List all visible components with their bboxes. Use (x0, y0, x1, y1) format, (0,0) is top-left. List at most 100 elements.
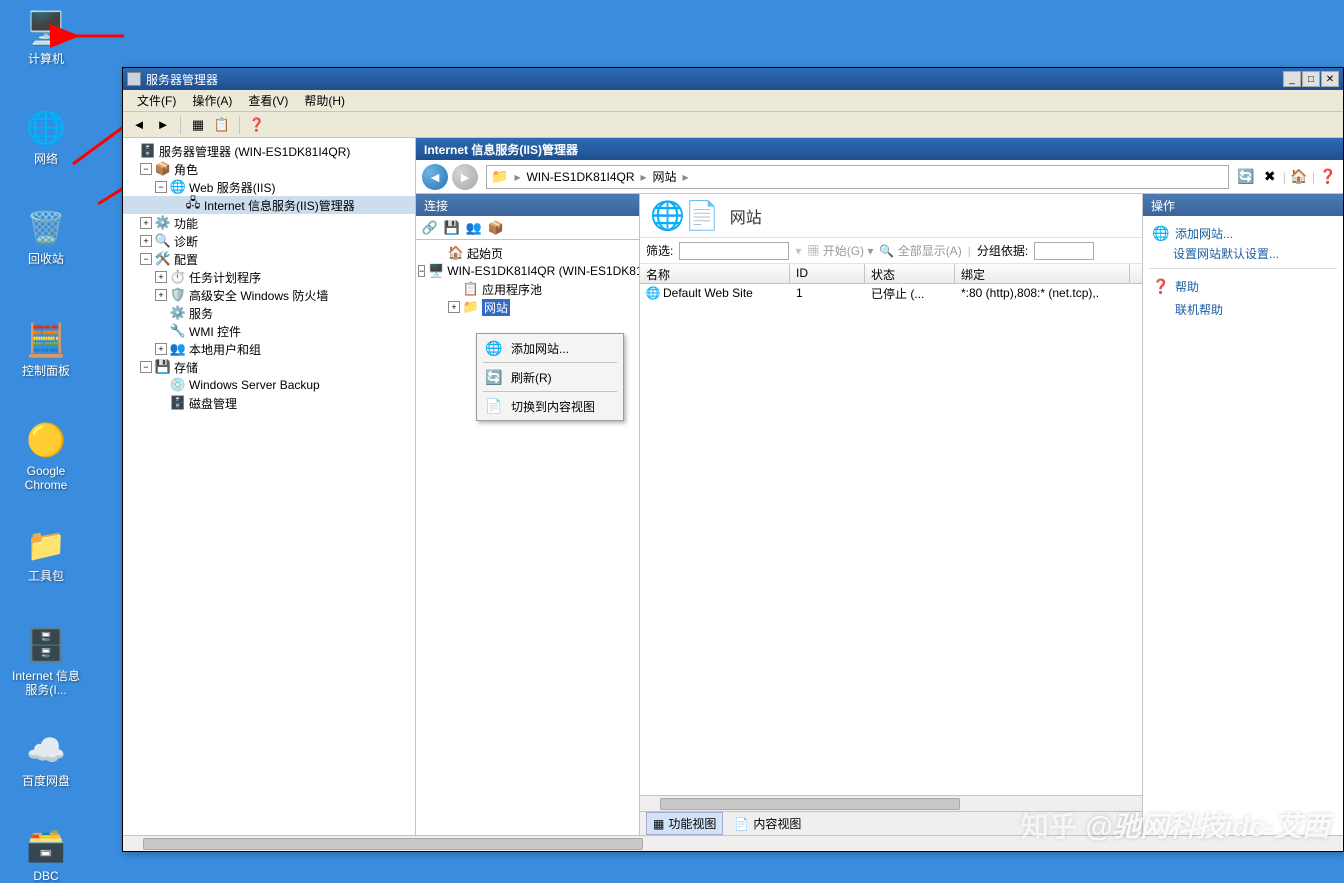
site-icon: 🌐 (646, 286, 660, 300)
menu-item[interactable]: 帮助(H) (296, 90, 353, 111)
desktop-icon[interactable]: 🟡Google Chrome (8, 420, 84, 492)
node-icon: 🔧 (170, 323, 186, 339)
menu-item[interactable]: 文件(F) (129, 90, 184, 111)
desktop-icon[interactable]: 🖥️计算机 (8, 8, 84, 66)
show-hide-button[interactable]: ▦ (188, 115, 208, 135)
iis-main-pane: 🌐📄 网站 筛选: ▾ ▦ 开始(G) ▾ 🔍 全部显示(A) | 分组依据: (640, 194, 1143, 835)
column-header[interactable]: 状态 (865, 264, 955, 283)
tree-item[interactable]: +⚙️功能 (123, 214, 415, 232)
conn-tree-item[interactable]: −🖥️WIN-ES1DK81I4QR (WIN-ES1DK81I4 (418, 262, 637, 280)
tree-item[interactable]: −💾存储 (123, 358, 415, 376)
node-label: 应用程序池 (482, 281, 542, 298)
tree-item[interactable]: 🖧Internet 信息服务(IIS)管理器 (123, 196, 415, 214)
showall-button[interactable]: 🔍 全部显示(A) (879, 242, 961, 259)
desktop-icon[interactable]: 🗃️DBC (8, 825, 84, 883)
groupby-select[interactable] (1034, 242, 1094, 260)
tree-item[interactable]: 🔧WMI 控件 (123, 322, 415, 340)
tree-item[interactable]: −🛠️配置 (123, 250, 415, 268)
expand-toggle[interactable]: + (155, 289, 167, 301)
desktop-icon[interactable]: 🧮控制面板 (8, 320, 84, 378)
table-row[interactable]: 🌐Default Web Site1已停止 (...*:80 (http),80… (640, 284, 1142, 302)
tree-item[interactable]: +🛡️高级安全 Windows 防火墙 (123, 286, 415, 304)
tree-item[interactable]: −🌐Web 服务器(IIS) (123, 178, 415, 196)
tree-item[interactable]: +👥本地用户和组 (123, 340, 415, 358)
node-label: 网站 (482, 299, 510, 316)
help-button[interactable]: ❓ (247, 115, 267, 135)
desktop-icon[interactable]: 🗑️回收站 (8, 208, 84, 266)
icon-label: 计算机 (8, 52, 84, 66)
tree-item[interactable]: +⏱️任务计划程序 (123, 268, 415, 286)
minimize-button[interactable]: _ (1283, 71, 1301, 87)
action-sublink[interactable]: 设置网站默认设置... (1149, 245, 1337, 262)
expand-toggle[interactable]: − (140, 361, 152, 373)
close-button[interactable]: ✕ (1321, 71, 1339, 87)
server-manager-tree[interactable]: 🗄️服务器管理器 (WIN-ES1DK81I4QR)−📦角色−🌐Web 服务器(… (123, 138, 416, 835)
up-icon[interactable]: 📦 (486, 218, 506, 238)
expand-toggle[interactable]: + (140, 217, 152, 229)
context-menu-item[interactable]: 🔄刷新(R) (479, 365, 621, 389)
icon-label: 网络 (8, 152, 84, 166)
filter-input[interactable] (679, 242, 789, 260)
content-view-tab[interactable]: 📄内容视图 (727, 812, 808, 835)
help-icon[interactable]: ❓ (1317, 166, 1339, 188)
action-link[interactable]: 联机帮助 (1149, 298, 1337, 321)
expand-toggle[interactable]: + (140, 235, 152, 247)
stop-icon[interactable]: ✖ (1259, 166, 1281, 188)
crumb-server[interactable]: WIN-ES1DK81I4QR (522, 170, 638, 184)
menu-item[interactable]: 操作(A) (184, 90, 240, 111)
node-label: 服务器管理器 (WIN-ES1DK81I4QR) (159, 143, 350, 160)
start-button[interactable]: ▦ 开始(G) ▾ (807, 242, 873, 259)
conn-tree-item[interactable]: 📋应用程序池 (418, 280, 637, 298)
sites-grid[interactable]: 名称ID状态绑定 🌐Default Web Site1已停止 (...*:80 … (640, 264, 1142, 811)
features-view-tab[interactable]: ▦功能视图 (646, 812, 723, 835)
nav-back-button[interactable]: ◄ (422, 164, 448, 190)
expand-toggle[interactable]: − (155, 181, 167, 193)
expand-toggle[interactable]: + (155, 271, 167, 283)
menu-icon: 📄 (485, 397, 503, 415)
conn-tree-item[interactable]: +📁网站 (418, 298, 637, 316)
expand-toggle[interactable]: − (140, 253, 152, 265)
refresh-all-icon[interactable]: 🔄 (1235, 166, 1257, 188)
context-menu-item[interactable]: 📄切换到内容视图 (479, 394, 621, 418)
desktop-icon[interactable]: 🗄️Internet 信息服务(I... (8, 625, 84, 697)
icon-label: 百度网盘 (8, 774, 84, 788)
forward-button[interactable]: ► (153, 115, 173, 135)
context-menu-item[interactable]: 🌐添加网站... (479, 336, 621, 360)
tree-item[interactable]: +🔍诊断 (123, 232, 415, 250)
nav-forward-button[interactable]: ► (452, 164, 478, 190)
action-icon (1153, 302, 1169, 318)
expand-toggle[interactable]: + (155, 343, 167, 355)
maximize-button[interactable]: □ (1302, 71, 1320, 87)
expand-toggle[interactable]: − (140, 163, 152, 175)
breadcrumb[interactable]: 📁 ▸ WIN-ES1DK81I4QR ▸ 网站 ▸ (486, 165, 1229, 189)
node-icon: 🗄️ (140, 143, 156, 159)
expand-toggle[interactable]: − (418, 265, 425, 277)
expand-toggle[interactable]: + (448, 301, 460, 313)
tree-item[interactable]: ⚙️服务 (123, 304, 415, 322)
node-icon: 📋 (463, 281, 479, 297)
action-link[interactable]: ❓帮助 (1149, 275, 1337, 298)
delete-icon[interactable]: 👥 (464, 218, 484, 238)
app-icon (127, 72, 141, 86)
desktop-icon[interactable]: ☁️百度网盘 (8, 730, 84, 788)
connect-icon[interactable]: 🔗 (420, 218, 440, 238)
desktop-icon[interactable]: 📁工具包 (8, 525, 84, 583)
connections-tree[interactable]: 🏠起始页−🖥️WIN-ES1DK81I4QR (WIN-ES1DK81I4📋应用… (416, 240, 639, 835)
desktop-icon[interactable]: 🌐网络 (8, 108, 84, 166)
column-header[interactable]: 绑定 (955, 264, 1130, 283)
save-icon[interactable]: 💾 (442, 218, 462, 238)
properties-button[interactable]: 📋 (212, 115, 232, 135)
crumb-sites[interactable]: 网站 (649, 168, 681, 185)
column-header[interactable]: ID (790, 264, 865, 283)
tree-item[interactable]: 🗄️服务器管理器 (WIN-ES1DK81I4QR) (123, 142, 415, 160)
action-link[interactable]: 🌐添加网站... (1149, 222, 1337, 245)
tree-item[interactable]: 🗄️磁盘管理 (123, 394, 415, 412)
node-label: 存储 (174, 359, 198, 376)
menu-item[interactable]: 查看(V) (240, 90, 296, 111)
column-header[interactable]: 名称 (640, 264, 790, 283)
tree-item[interactable]: 💿Windows Server Backup (123, 376, 415, 394)
conn-tree-item[interactable]: 🏠起始页 (418, 244, 637, 262)
back-button[interactable]: ◄ (129, 115, 149, 135)
tree-item[interactable]: −📦角色 (123, 160, 415, 178)
home-icon[interactable]: 🏠 (1288, 166, 1310, 188)
